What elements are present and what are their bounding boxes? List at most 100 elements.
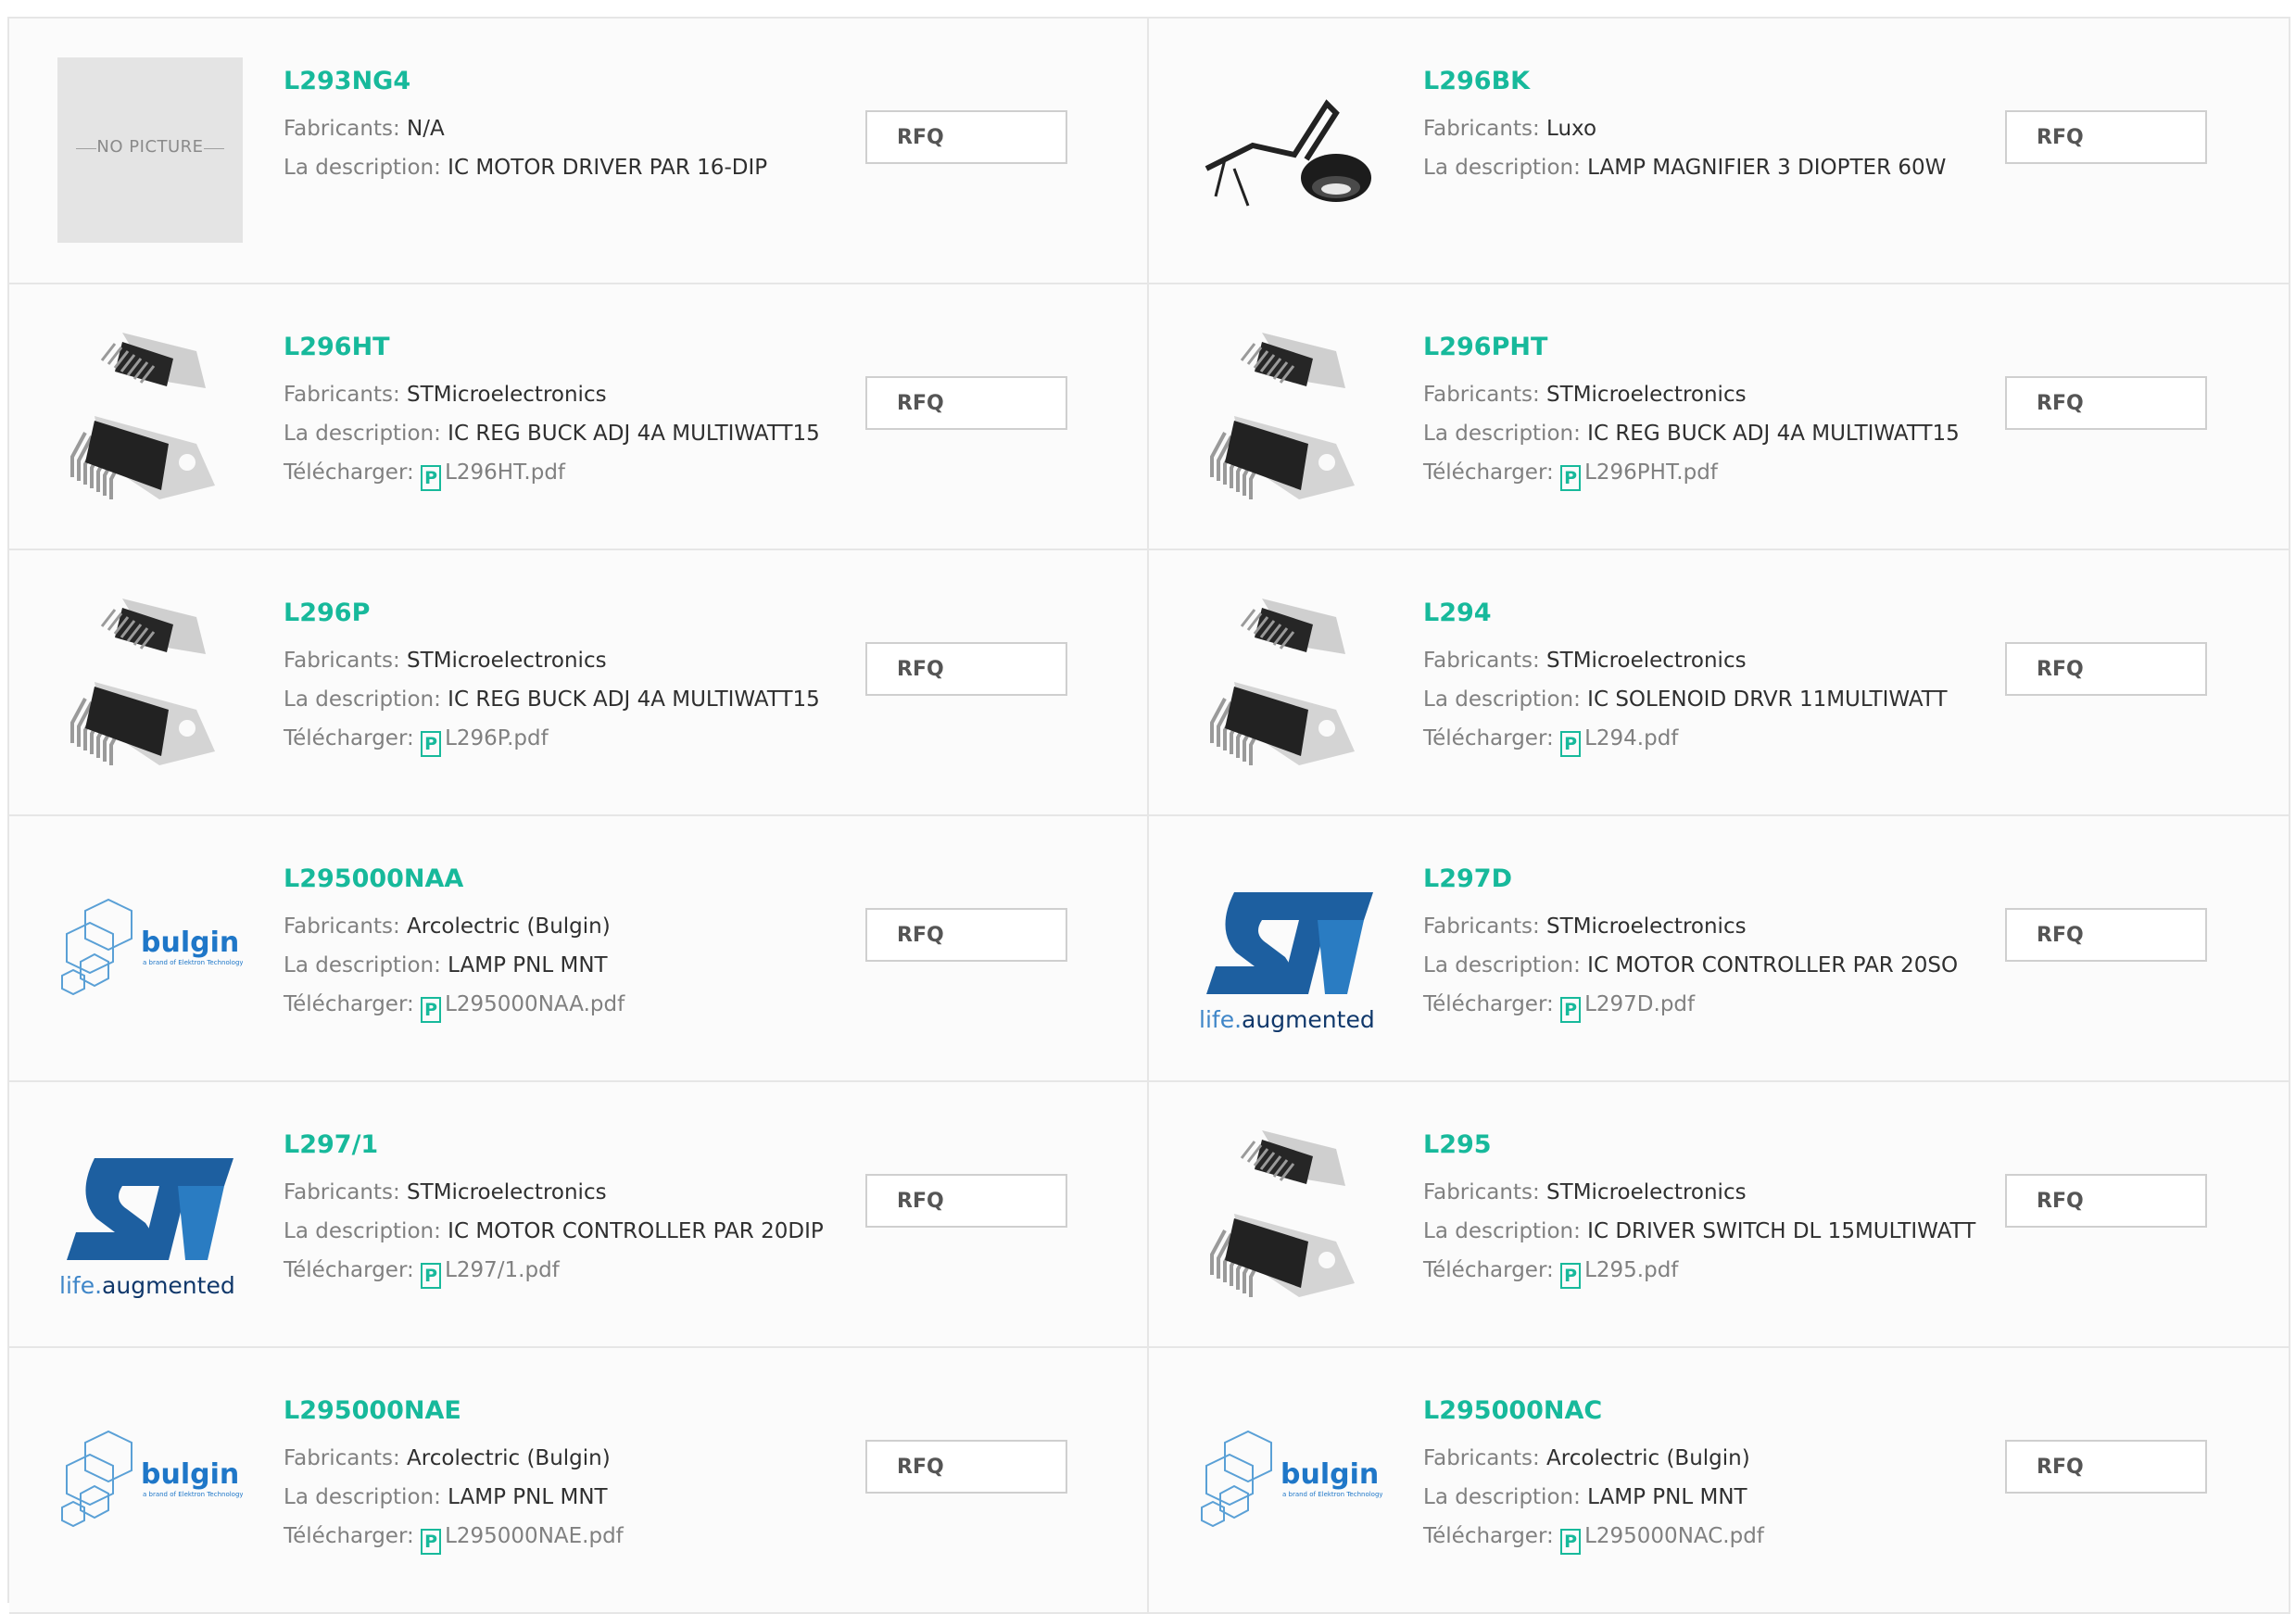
rfq-button[interactable]: RFQ bbox=[2005, 376, 2207, 430]
rfq-button[interactable]: RFQ bbox=[865, 376, 1067, 430]
product-thumbnail[interactable] bbox=[1197, 323, 1382, 509]
description-value: IC REG BUCK ADJ 4A MULTIWATT15 bbox=[448, 687, 820, 712]
manufacturer-label: Fabricants: bbox=[1423, 1446, 1540, 1470]
rfq-button[interactable]: RFQ bbox=[865, 110, 1067, 164]
rfq-button[interactable]: RFQ bbox=[865, 1174, 1067, 1228]
product-info: L296BK Fabricants: Luxo La description: LA… bbox=[1423, 63, 1979, 187]
lamp-magnifier-image bbox=[1205, 99, 1371, 207]
datasheet-link[interactable]: L295000NAE.pdf bbox=[445, 1524, 624, 1548]
product-info: L297D Fabricants: STMicroelectronics La de… bbox=[1423, 861, 1979, 1024]
pdf-icon[interactable]: P bbox=[421, 997, 442, 1023]
datasheet-link[interactable]: L296HT.pdf bbox=[445, 460, 565, 485]
manufacturer-line: Fabricants: STMicroelectronics bbox=[284, 641, 839, 680]
datasheet-link[interactable]: L295.pdf bbox=[1584, 1258, 1678, 1282]
product-info: L293NG4 Fabricants: N/A La description: IC… bbox=[284, 63, 839, 187]
manufacturer-line: Fabricants: STMicroelectronics bbox=[1423, 641, 1979, 680]
svg-text:life.augmented: life.augmented bbox=[59, 1272, 235, 1299]
part-number-link[interactable]: L296P bbox=[284, 595, 839, 632]
manufacturer-value: STMicroelectronics bbox=[407, 1180, 607, 1204]
description-line: La description: LAMP PNL MNT bbox=[284, 946, 839, 985]
manufacturer-value: STMicroelectronics bbox=[1546, 1180, 1747, 1204]
manufacturer-label: Fabricants: bbox=[1423, 1180, 1540, 1204]
pdf-icon[interactable]: P bbox=[1560, 1263, 1582, 1289]
part-number-link[interactable]: L295000NAA bbox=[284, 861, 839, 898]
download-line: Télécharger: P L297D.pdf bbox=[1423, 985, 1979, 1024]
product-thumbnail[interactable] bbox=[57, 323, 243, 509]
rfq-button[interactable]: RFQ bbox=[865, 642, 1067, 696]
description-value: LAMP PNL MNT bbox=[448, 1485, 608, 1509]
download-label: Télécharger: bbox=[1423, 460, 1554, 485]
download-label: Télécharger: bbox=[284, 1258, 414, 1282]
manufacturer-label: Fabricants: bbox=[284, 1180, 400, 1204]
download-label: Télécharger: bbox=[284, 460, 414, 485]
datasheet-link[interactable]: L295000NAC.pdf bbox=[1584, 1524, 1764, 1548]
st-logo: life.augmented bbox=[1199, 892, 1375, 1033]
pdf-icon[interactable]: P bbox=[1560, 1529, 1582, 1555]
rfq-button[interactable]: RFQ bbox=[2005, 110, 2207, 164]
datasheet-link[interactable]: L295000NAA.pdf bbox=[445, 992, 624, 1016]
description-line: La description: IC REG BUCK ADJ 4A MULTI… bbox=[1423, 414, 1979, 453]
bulgin-wordmark: bulgin bbox=[141, 927, 239, 959]
datasheet-link[interactable]: L297/1.pdf bbox=[445, 1258, 560, 1282]
part-number-link[interactable]: L293NG4 bbox=[284, 63, 839, 100]
product-info: L296P Fabricants: STMicroelectronics La de… bbox=[284, 595, 839, 758]
manufacturer-label: Fabricants: bbox=[1423, 383, 1540, 407]
product-thumbnail[interactable] bbox=[1197, 589, 1382, 775]
description-value: IC REG BUCK ADJ 4A MULTIWATT15 bbox=[1587, 422, 1960, 446]
part-number-link[interactable]: L297/1 bbox=[284, 1127, 839, 1164]
rfq-button[interactable]: RFQ bbox=[865, 908, 1067, 962]
pdf-icon[interactable]: P bbox=[421, 1263, 442, 1289]
product-thumbnail[interactable]: bulgin a brand of Elektron Technology bbox=[57, 1387, 243, 1572]
pdf-icon[interactable]: P bbox=[1560, 465, 1582, 491]
description-label: La description: bbox=[1423, 687, 1581, 712]
rfq-button[interactable]: RFQ bbox=[2005, 1440, 2207, 1494]
product-thumbnail[interactable]: NO PICTURE bbox=[57, 57, 243, 243]
pdf-icon[interactable]: P bbox=[1560, 731, 1582, 757]
product-thumbnail[interactable] bbox=[1197, 57, 1382, 243]
pdf-icon[interactable]: P bbox=[421, 1529, 442, 1555]
rfq-button[interactable]: RFQ bbox=[865, 1440, 1067, 1494]
description-label: La description: bbox=[284, 1485, 441, 1509]
datasheet-link[interactable]: L296PHT.pdf bbox=[1584, 460, 1718, 485]
datasheet-link[interactable]: L294.pdf bbox=[1584, 726, 1678, 750]
part-number-link[interactable]: L295 bbox=[1423, 1127, 1979, 1164]
datasheet-link[interactable]: L296P.pdf bbox=[445, 726, 549, 750]
part-number-link[interactable]: L295000NAC bbox=[1423, 1393, 1979, 1430]
description-line: La description: IC MOTOR CONTROLLER PAR … bbox=[1423, 946, 1979, 985]
product-thumbnail[interactable] bbox=[57, 589, 243, 775]
manufacturer-value: STMicroelectronics bbox=[1546, 649, 1747, 673]
pdf-icon[interactable]: P bbox=[421, 465, 442, 491]
part-number-link[interactable]: L296HT bbox=[284, 329, 839, 366]
product-thumbnail[interactable]: bulgin a brand of Elektron Technology bbox=[1197, 1387, 1382, 1572]
rfq-button[interactable]: RFQ bbox=[2005, 1174, 2207, 1228]
bulgin-logo: bulgina brand of Elektron Technology bbox=[61, 1430, 243, 1528]
multiwatt-package-image bbox=[70, 333, 215, 499]
product-card: life.augmented L297/1 Fabricants: STMicroe… bbox=[9, 1082, 1149, 1348]
description-line: La description: IC REG BUCK ADJ 4A MULTI… bbox=[284, 680, 839, 719]
product-thumbnail[interactable]: life.augmented bbox=[57, 1121, 243, 1306]
product-thumbnail[interactable]: life.augmented bbox=[1197, 855, 1382, 1040]
manufacturer-value: Arcolectric (Bulgin) bbox=[1546, 1446, 1750, 1470]
product-card: bulgin a brand of Elektron Technology L295… bbox=[9, 1348, 1149, 1614]
manufacturer-line: Fabricants: Arcolectric (Bulgin) bbox=[284, 1439, 839, 1478]
description-line: La description: LAMP PNL MNT bbox=[284, 1478, 839, 1517]
download-line: Télécharger: P L295000NAC.pdf bbox=[1423, 1517, 1979, 1556]
st-tagline-life: life. bbox=[1199, 1006, 1242, 1033]
part-number-link[interactable]: L296PHT bbox=[1423, 329, 1979, 366]
pdf-icon[interactable]: P bbox=[421, 731, 442, 757]
part-number-link[interactable]: L294 bbox=[1423, 595, 1979, 632]
part-number-link[interactable]: L296BK bbox=[1423, 63, 1979, 100]
pdf-icon[interactable]: P bbox=[1560, 997, 1582, 1023]
datasheet-link[interactable]: L297D.pdf bbox=[1584, 992, 1695, 1016]
rfq-button[interactable]: RFQ bbox=[2005, 642, 2207, 696]
product-card: L296BK Fabricants: Luxo La description: LA… bbox=[1149, 19, 2290, 284]
product-thumbnail[interactable] bbox=[1197, 1121, 1382, 1306]
download-line: Télécharger: P L295000NAE.pdf bbox=[284, 1517, 839, 1556]
product-card: L296PHT Fabricants: STMicroelectronics La … bbox=[1149, 284, 2290, 550]
rfq-button[interactable]: RFQ bbox=[2005, 908, 2207, 962]
manufacturer-value: STMicroelectronics bbox=[1546, 914, 1747, 939]
product-thumbnail[interactable]: bulgin a brand of Elektron Technology bbox=[57, 855, 243, 1040]
part-number-link[interactable]: L295000NAE bbox=[284, 1393, 839, 1430]
part-number-link[interactable]: L297D bbox=[1423, 861, 1979, 898]
download-label: Télécharger: bbox=[284, 1524, 414, 1548]
